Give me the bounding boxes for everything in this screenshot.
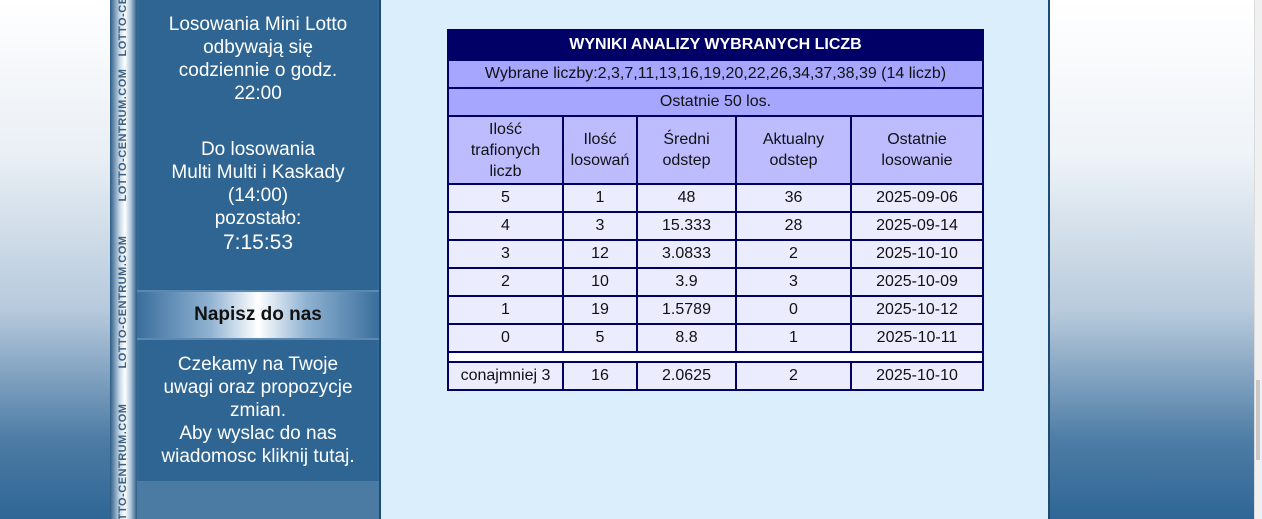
results-table: WYNIKI ANALIZY WYBRANYCH LICZB Wybrane l… (447, 29, 984, 391)
table-cell: 2025-10-11 (850, 323, 984, 353)
draw-info-panel: Losowania Mini Lotto odbywają się codzie… (139, 0, 377, 290)
table-cell: 1 (562, 183, 638, 213)
table-row: 3 12 3.0833 2 2025-10-10 (447, 239, 984, 269)
table-cell: 2 (735, 361, 852, 391)
table-cell: 1.5789 (636, 295, 737, 325)
table-title: WYNIKI ANALIZY WYBRANYCH LICZB (447, 29, 984, 61)
countdown: Do losowania Multi Multi i Kaskady (14:0… (139, 105, 377, 255)
strip-text: LOTTO-CENTRUM.COM (117, 68, 129, 202)
table-cell: 10 (562, 267, 638, 297)
table-cell: 3.0833 (636, 239, 737, 269)
table-cell: 2 (735, 239, 852, 269)
table-cell: 4 (447, 211, 564, 241)
table-cell: 2025-09-06 (850, 183, 984, 213)
draw-range: Ostatnie 50 los. (447, 87, 984, 117)
contact-line: Czekamy na Twoje (177, 354, 339, 375)
table-cell: 2.0625 (636, 361, 737, 391)
table-cell: 1 (447, 295, 564, 325)
table-cell: 2025-10-10 (850, 361, 984, 391)
header-last-draw: Ostatnie losowanie (850, 115, 984, 185)
table-cell: 3 (562, 211, 638, 241)
contact-line: wiadomosc kliknij tutaj. (161, 446, 355, 467)
contact-line: uwagi oraz propozycje (163, 377, 353, 398)
table-cell: 15.333 (636, 211, 737, 241)
countdown-line: Multi Multi i Kaskady (171, 162, 345, 183)
table-cell: 2025-10-12 (850, 295, 984, 325)
summary-row: conajmniej 3 16 2.0625 2 2025-10-10 (447, 361, 984, 391)
table-row: 2 10 3.9 3 2025-10-09 (447, 267, 984, 297)
header-draw-count: Ilość losowań (562, 115, 638, 185)
contact-line: zmian. (230, 400, 286, 421)
contact-line: Aby wyslac do nas (179, 423, 337, 444)
table-cell: 12 (562, 239, 638, 269)
table-cell: 19 (562, 295, 638, 325)
countdown-line: pozostało: (214, 208, 302, 229)
strip-text: LOTTO-CENTRUM.COM (117, 403, 129, 519)
table-cell: conajmniej 3 (447, 361, 564, 391)
decorative-side-strip: LOTTO-CENTRUM.COM LOTTO-CENTRUM.COM LOTT… (110, 0, 137, 519)
table-cell: 2025-09-14 (850, 211, 984, 241)
header-hit-count: Ilość trafionych liczb (447, 115, 564, 185)
table-row: 1 19 1.5789 0 2025-10-12 (447, 295, 984, 325)
table-separator (447, 351, 984, 363)
table-cell: 3 (735, 267, 852, 297)
table-cell: 8.8 (636, 323, 737, 353)
table-cell: 16 (562, 361, 638, 391)
table-cell: 48 (636, 183, 737, 213)
table-cell: 2 (447, 267, 564, 297)
table-cell: 5 (447, 183, 564, 213)
countdown-line: (14:00) (227, 185, 289, 206)
header-avg-gap: Średni odstep (636, 115, 737, 185)
info-line: codziennie o godz. (178, 60, 338, 81)
left-sidebar: Losowania Mini Lotto odbywają się codzie… (137, 0, 379, 519)
mini-lotto-info: Losowania Mini Lotto odbywają się codzie… (139, 0, 377, 105)
table-row: 0 5 8.8 1 2025-10-11 (447, 323, 984, 353)
table-cell: 2025-10-09 (850, 267, 984, 297)
table-cell: 3 (447, 239, 564, 269)
info-line: 22:00 (234, 83, 282, 104)
table-row: 5 1 48 36 2025-09-06 (447, 183, 984, 213)
info-line: odbywają się (203, 37, 313, 58)
header-current-gap: Aktualny odstep (735, 115, 852, 185)
contact-header: Napisz do nas (137, 292, 379, 338)
contact-link[interactable]: Czekamy na Twoje uwagi oraz propozycje z… (139, 340, 377, 481)
table-cell: 0 (447, 323, 564, 353)
table-header-row: Ilość trafionych liczb Ilość losowań Średni… (447, 115, 984, 185)
table-cell: 3.9 (636, 267, 737, 297)
main-content: WYNIKI ANALIZY WYBRANYCH LICZB Wybrane l… (379, 0, 1050, 519)
scrollbar-thumb[interactable] (1256, 380, 1260, 460)
table-cell: 2025-10-10 (850, 239, 984, 269)
selected-numbers: Wybrane liczby:2,3,7,11,13,16,19,20,22,2… (447, 59, 984, 89)
table-cell: 36 (735, 183, 852, 213)
table-row: 4 3 15.333 28 2025-09-14 (447, 211, 984, 241)
countdown-line: Do losowania (200, 139, 316, 160)
page-background-right (1050, 0, 1262, 519)
strip-text: LOTTO-CENTRUM.COM (117, 0, 129, 56)
sidebar-footer (137, 481, 379, 519)
page-background-left (0, 0, 110, 519)
countdown-timer: 7:15:53 (222, 231, 294, 254)
strip-text: LOTTO-CENTRUM.COM (117, 235, 129, 369)
info-line: Losowania Mini Lotto (168, 14, 348, 35)
table-cell: 5 (562, 323, 638, 353)
table-cell: 28 (735, 211, 852, 241)
table-cell: 1 (735, 323, 852, 353)
table-cell: 0 (735, 295, 852, 325)
table-cell (447, 351, 984, 363)
